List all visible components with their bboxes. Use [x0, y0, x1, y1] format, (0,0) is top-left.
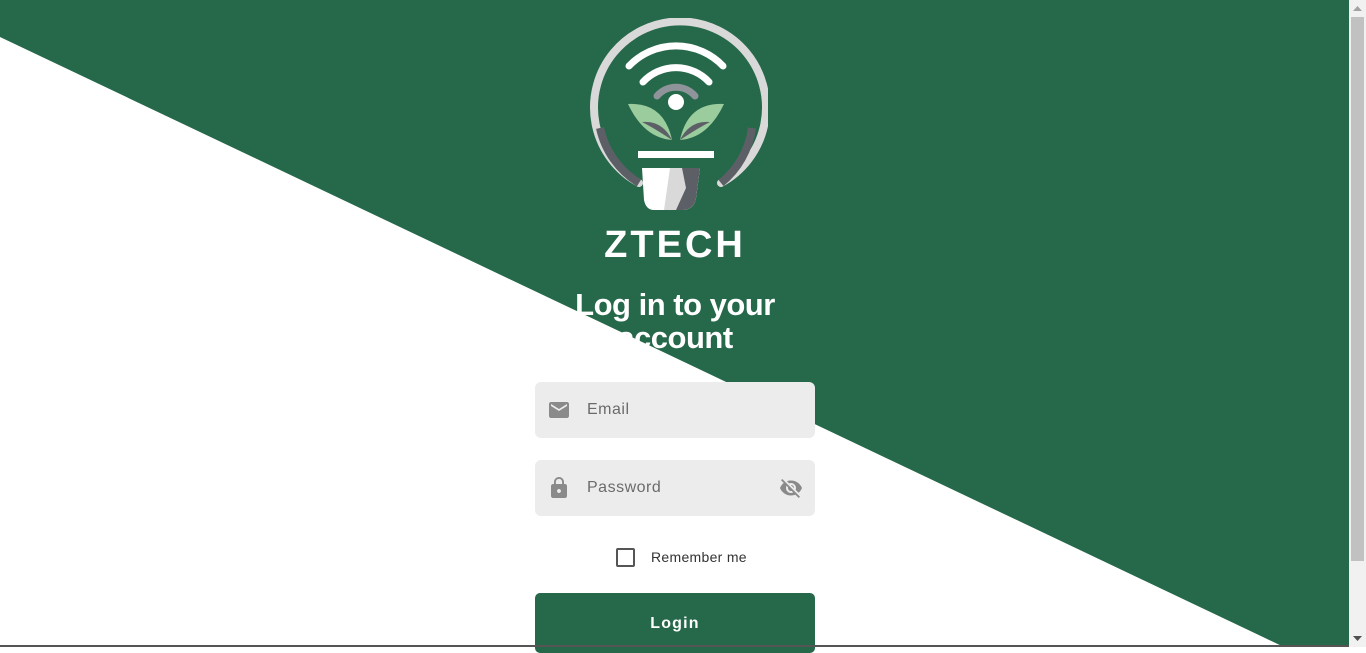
remember-me: Remember me	[616, 547, 747, 567]
remember-checkbox[interactable]	[616, 547, 635, 567]
title-line-1: Log in to your	[575, 287, 775, 322]
page-title: Log in to your account	[540, 288, 810, 354]
scroll-thumb[interactable]	[1351, 17, 1364, 561]
brand-name: ZTECH	[604, 224, 746, 266]
password-field-container	[535, 460, 815, 516]
mail-icon	[547, 398, 571, 422]
scrollbar[interactable]	[1349, 0, 1366, 647]
lock-icon	[547, 476, 571, 500]
email-input[interactable]	[587, 382, 767, 438]
remember-label[interactable]: Remember me	[651, 549, 747, 565]
scroll-down-arrow-icon[interactable]	[1349, 630, 1366, 647]
email-field-container	[535, 382, 815, 438]
title-line-2: account	[617, 320, 733, 355]
scroll-up-arrow-icon[interactable]	[1349, 0, 1366, 17]
password-input[interactable]	[587, 460, 767, 516]
eye-off-icon[interactable]	[779, 476, 803, 500]
login-button[interactable]: Login	[535, 593, 815, 653]
ztech-logo	[584, 17, 770, 214]
